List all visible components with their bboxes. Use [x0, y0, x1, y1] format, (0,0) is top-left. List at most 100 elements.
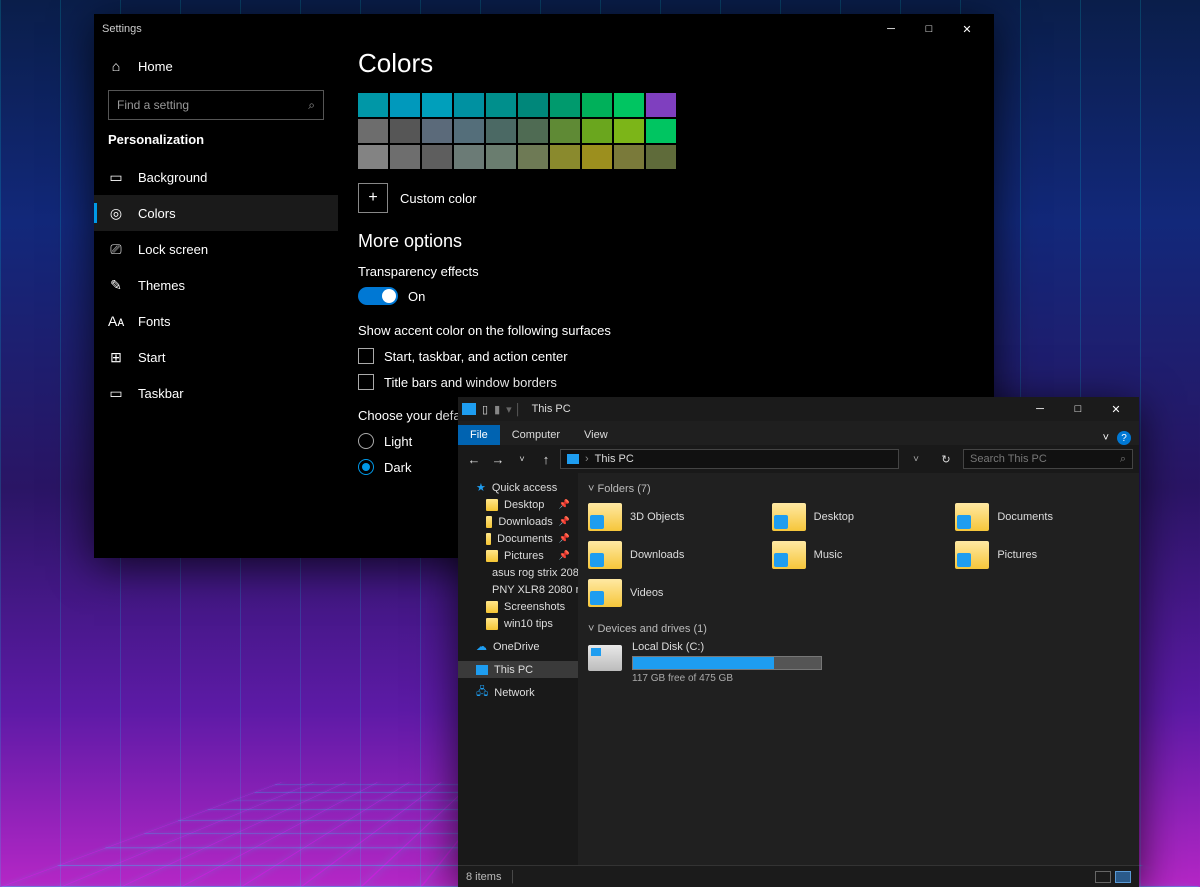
nav-quick-item[interactable]: Downloads📌: [458, 513, 578, 530]
folder-item[interactable]: Videos: [588, 577, 762, 609]
nav-quick-item[interactable]: PNY XLR8 2080 review: [458, 581, 578, 598]
layout-icons-button[interactable]: [1115, 871, 1131, 883]
color-swatch[interactable]: [518, 93, 548, 117]
nav-quick-item[interactable]: asus rog strix 2080 review: [458, 564, 578, 581]
help-icon[interactable]: ?: [1117, 431, 1131, 445]
qat-icon[interactable]: ▮: [494, 403, 500, 416]
accent-titlebars-checkbox[interactable]: Title bars and window borders: [358, 374, 974, 390]
nav-up-button[interactable]: ↑: [536, 452, 556, 467]
close-button[interactable]: ✕: [948, 14, 986, 44]
color-swatch[interactable]: [358, 93, 388, 117]
transparency-toggle[interactable]: [358, 287, 398, 305]
ribbon-tab-file[interactable]: File: [458, 425, 500, 445]
color-swatch[interactable]: [358, 145, 388, 169]
color-swatch[interactable]: [614, 119, 644, 143]
layout-details-button[interactable]: [1095, 871, 1111, 883]
color-swatch[interactable]: [646, 93, 676, 117]
sidebar-item-taskbar[interactable]: ▭Taskbar: [94, 375, 338, 411]
nav-quick-item[interactable]: Desktop📌: [458, 496, 578, 513]
color-swatch[interactable]: [582, 119, 612, 143]
color-swatch[interactable]: [454, 93, 484, 117]
folder-item[interactable]: Documents: [955, 501, 1129, 533]
color-swatch[interactable]: [454, 145, 484, 169]
nav-this-pc[interactable]: This PC: [458, 661, 578, 678]
color-swatch[interactable]: [390, 93, 420, 117]
color-swatch[interactable]: [454, 119, 484, 143]
home-nav[interactable]: ⌂ Home: [94, 48, 338, 84]
sidebar-item-themes[interactable]: ✎Themes: [94, 267, 338, 303]
sidebar-item-background[interactable]: ▭Background: [94, 159, 338, 195]
nav-quick-item[interactable]: win10 tips: [458, 615, 578, 632]
color-swatch-grid: [358, 93, 974, 169]
nav-onedrive[interactable]: ☁ OneDrive: [458, 638, 578, 655]
color-swatch[interactable]: [390, 119, 420, 143]
quick-access-label: Quick access: [492, 482, 557, 494]
color-swatch[interactable]: [486, 93, 516, 117]
pin-icon: 📌: [559, 516, 570, 527]
explorer-search-input[interactable]: Search This PC ⌕: [963, 449, 1133, 469]
nav-back-button[interactable]: ←: [464, 452, 484, 467]
history-dropdown-button[interactable]: ˅: [903, 454, 929, 465]
color-swatch[interactable]: [390, 145, 420, 169]
maximize-button[interactable]: □: [1059, 394, 1097, 424]
sidebar-item-lock-screen[interactable]: ⎚Lock screen: [94, 231, 338, 267]
color-swatch[interactable]: [550, 93, 580, 117]
color-swatch[interactable]: [582, 93, 612, 117]
drives-section-header[interactable]: Devices and drives (1): [588, 623, 1129, 635]
color-swatch[interactable]: [518, 145, 548, 169]
nav-history-button[interactable]: ˅: [512, 454, 532, 464]
settings-titlebar[interactable]: Settings ─ □ ✕: [94, 14, 994, 44]
folders-section-header[interactable]: Folders (7): [588, 483, 1129, 495]
folder-icon: [486, 550, 498, 562]
color-swatch[interactable]: [614, 93, 644, 117]
nav-quick-access[interactable]: ★ Quick access: [458, 479, 578, 496]
nav-network[interactable]: 🖧 Network: [458, 684, 578, 701]
folder-item[interactable]: Downloads: [588, 539, 762, 571]
color-swatch[interactable]: [550, 145, 580, 169]
qat-icon[interactable]: ▯: [482, 403, 488, 416]
close-button[interactable]: ✕: [1097, 394, 1135, 424]
color-swatch[interactable]: [486, 145, 516, 169]
custom-color-button[interactable]: + Custom color: [358, 183, 974, 213]
sidebar-item-fonts[interactable]: AᴀFonts: [94, 303, 338, 339]
color-swatch[interactable]: [550, 119, 580, 143]
maximize-button[interactable]: □: [910, 14, 948, 44]
nav-icon: ◎: [108, 205, 124, 222]
sidebar-item-colors[interactable]: ◎Colors: [94, 195, 338, 231]
breadcrumb-segment[interactable]: This PC: [595, 453, 634, 465]
nav-quick-item[interactable]: Documents📌: [458, 530, 578, 547]
color-swatch[interactable]: [422, 93, 452, 117]
nav-quick-item[interactable]: Pictures📌: [458, 547, 578, 564]
color-swatch[interactable]: [358, 119, 388, 143]
nav-forward-button[interactable]: →: [488, 452, 508, 467]
refresh-button[interactable]: ↻: [933, 453, 959, 466]
folder-item[interactable]: Pictures: [955, 539, 1129, 571]
drive-item[interactable]: Local Disk (C:) 117 GB free of 475 GB: [588, 641, 1129, 684]
nav-quick-item[interactable]: Screenshots: [458, 598, 578, 615]
settings-search-input[interactable]: Find a setting ⌕: [108, 90, 324, 120]
sidebar-item-start[interactable]: ⊞Start: [94, 339, 338, 375]
explorer-titlebar[interactable]: ▯ ▮ ▾ │ This PC ─ □ ✕: [458, 397, 1139, 421]
color-swatch[interactable]: [646, 119, 676, 143]
color-swatch[interactable]: [422, 119, 452, 143]
folder-item[interactable]: Music: [772, 539, 946, 571]
minimize-button[interactable]: ─: [872, 14, 910, 44]
accent-start-checkbox[interactable]: Start, taskbar, and action center: [358, 348, 974, 364]
nav-icon: ✎: [108, 277, 124, 294]
plus-icon: +: [358, 183, 388, 213]
quick-item-label: Documents: [497, 533, 553, 545]
color-swatch[interactable]: [486, 119, 516, 143]
ribbon-tab-view[interactable]: View: [572, 425, 620, 445]
color-swatch[interactable]: [646, 145, 676, 169]
folder-item[interactable]: 3D Objects: [588, 501, 762, 533]
color-swatch[interactable]: [518, 119, 548, 143]
color-swatch[interactable]: [422, 145, 452, 169]
minimize-button[interactable]: ─: [1021, 394, 1059, 424]
breadcrumb[interactable]: › This PC: [560, 449, 899, 469]
ribbon-expand-icon[interactable]: ˅: [1103, 432, 1109, 444]
accent-titlebars-label: Title bars and window borders: [384, 375, 557, 390]
color-swatch[interactable]: [582, 145, 612, 169]
folder-item[interactable]: Desktop: [772, 501, 946, 533]
color-swatch[interactable]: [614, 145, 644, 169]
ribbon-tab-computer[interactable]: Computer: [500, 425, 572, 445]
